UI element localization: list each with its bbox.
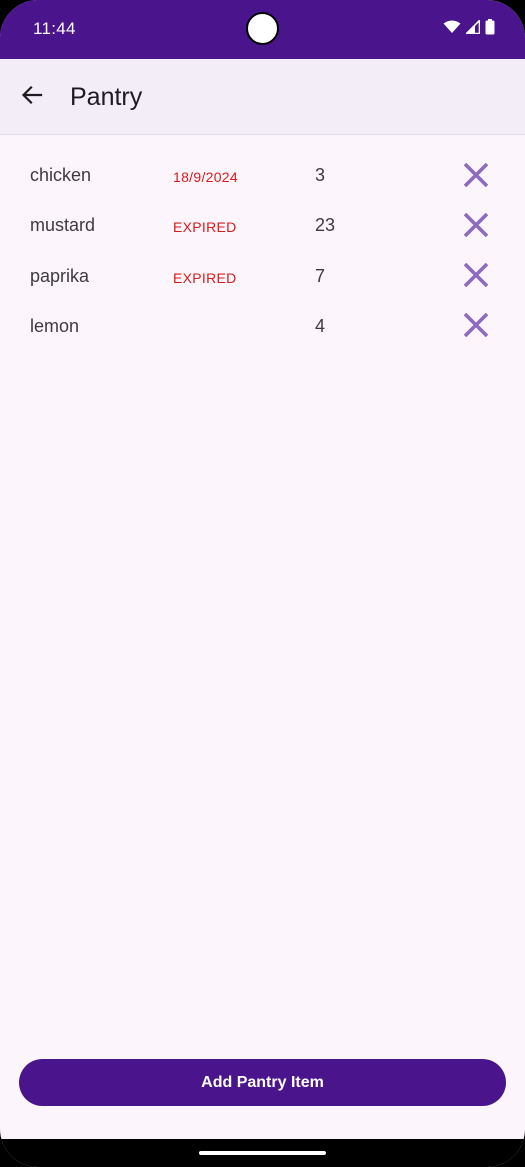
back-button[interactable] bbox=[14, 79, 50, 115]
close-icon bbox=[463, 312, 489, 343]
pantry-item-row: mustard EXPIRED 23 bbox=[0, 200, 525, 250]
delete-item-button[interactable] bbox=[458, 260, 494, 296]
delete-item-button[interactable] bbox=[458, 159, 494, 195]
status-bar: 11:44 bbox=[0, 0, 525, 59]
pantry-list: chicken 18/9/2024 3 mustard EXPIRED 23 p… bbox=[0, 150, 525, 351]
pantry-item-row: chicken 18/9/2024 3 bbox=[0, 150, 525, 200]
item-quantity: 7 bbox=[315, 265, 326, 286]
navigation-bar bbox=[0, 1139, 525, 1167]
delete-item-button[interactable] bbox=[458, 209, 494, 245]
battery-icon bbox=[485, 19, 495, 35]
item-name: chicken bbox=[30, 165, 92, 185]
status-icons bbox=[443, 19, 495, 35]
add-pantry-item-button[interactable]: Add Pantry Item bbox=[19, 1059, 506, 1106]
item-name: lemon bbox=[30, 315, 80, 336]
app-bar: Pantry bbox=[0, 59, 525, 135]
pantry-item-row: paprika EXPIRED 7 bbox=[0, 251, 525, 301]
phone-screen: 11:44 Pantry chicken 18/9/2024 3 mustard… bbox=[0, 0, 525, 1167]
status-time: 11:44 bbox=[33, 19, 76, 38]
item-quantity: 23 bbox=[315, 215, 336, 236]
item-expiry: 18/9/2024 bbox=[173, 169, 238, 185]
item-name: mustard bbox=[30, 215, 96, 236]
wifi-icon bbox=[443, 20, 461, 34]
close-icon bbox=[463, 162, 489, 193]
home-indicator[interactable] bbox=[199, 1151, 326, 1155]
signal-icon bbox=[466, 20, 480, 34]
item-name: paprika bbox=[30, 265, 90, 286]
delete-item-button[interactable] bbox=[458, 310, 494, 346]
page-title: Pantry bbox=[70, 83, 143, 111]
close-icon bbox=[463, 262, 489, 293]
close-icon bbox=[463, 212, 489, 243]
item-quantity: 4 bbox=[315, 315, 326, 336]
item-expiry: EXPIRED bbox=[173, 269, 237, 286]
item-expiry: EXPIRED bbox=[173, 219, 237, 236]
camera-cutout bbox=[246, 12, 279, 45]
pantry-item-row: lemon 4 bbox=[0, 301, 525, 351]
arrow-left-icon bbox=[20, 83, 44, 112]
item-quantity: 3 bbox=[315, 165, 326, 185]
